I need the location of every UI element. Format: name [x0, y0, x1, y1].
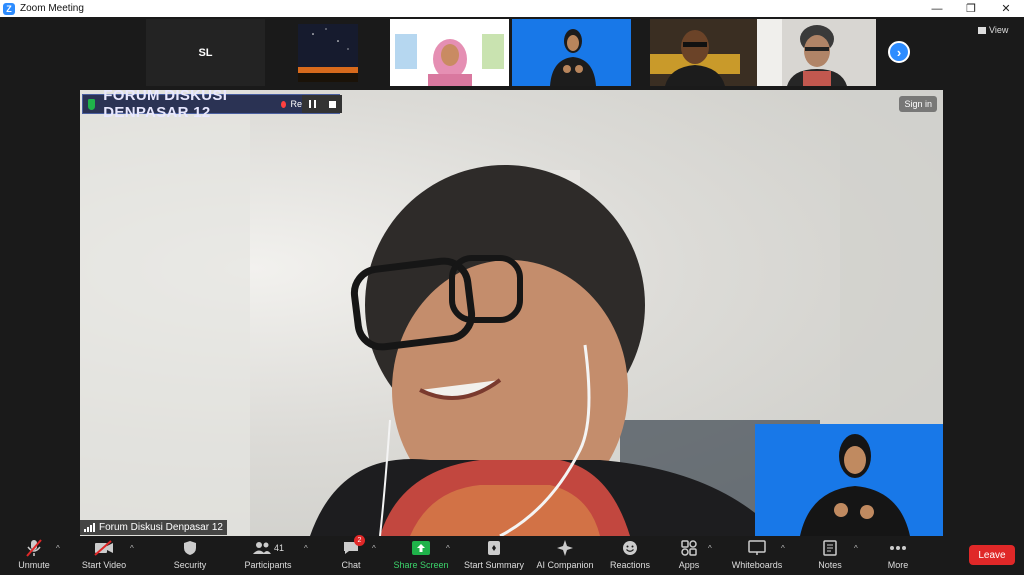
notes-icon: [823, 539, 837, 557]
apps-options-chevron-icon[interactable]: ^: [708, 544, 712, 553]
sign-interpreter-video: [550, 29, 596, 86]
start-summary-button[interactable]: Start Summary: [463, 539, 525, 573]
more-button[interactable]: More: [884, 539, 912, 573]
interpreter-video-frame: [800, 434, 910, 536]
share-options-chevron-icon[interactable]: ^: [446, 544, 450, 553]
stop-icon[interactable]: [328, 100, 336, 108]
sparkle-icon: [557, 539, 573, 557]
whiteboards-options-chevron-icon[interactable]: ^: [781, 544, 785, 553]
start-video-button[interactable]: Start Video: [80, 539, 128, 573]
participants-button[interactable]: 41 Participants: [244, 539, 292, 573]
summary-icon: [487, 539, 501, 557]
grid-icon: [978, 26, 986, 34]
apps-label: Apps: [678, 560, 700, 570]
more-dots-icon: [889, 539, 907, 557]
participant-video: [757, 19, 847, 86]
shield-icon: [88, 98, 96, 110]
leave-button[interactable]: Leave: [969, 545, 1015, 565]
apps-button[interactable]: Apps: [677, 539, 701, 573]
share-screen-button[interactable]: Share Screen: [393, 539, 449, 573]
speaker-name: Forum Diskusi Denpasar 12: [99, 522, 223, 533]
participant-video: [395, 34, 504, 86]
participant-tile[interactable]: [512, 19, 631, 86]
notes-label: Notes: [818, 560, 842, 570]
chat-options-chevron-icon[interactable]: ^: [372, 544, 376, 553]
minimize-button[interactable]: —: [920, 0, 954, 17]
next-page-button[interactable]: ›: [888, 41, 910, 63]
forum-overlay-text: FORUM DISKUSI DENPASAR 12: [103, 90, 228, 121]
view-button[interactable]: View: [978, 25, 1008, 35]
night-sky-video: [298, 24, 358, 82]
reactions-button[interactable]: Reactions: [608, 539, 652, 573]
audio-options-chevron-icon[interactable]: ^: [56, 544, 60, 553]
sign-in-button[interactable]: Sign in: [899, 96, 937, 112]
restore-button[interactable]: ❐: [954, 0, 988, 17]
notes-button[interactable]: Notes: [815, 539, 845, 573]
ai-companion-button[interactable]: AI Companion: [535, 539, 595, 573]
gallery-strip: SL › View: [0, 17, 1024, 90]
participant-initials: SL: [198, 46, 213, 59]
participants-label: Participants: [244, 560, 292, 570]
speaker-name-label: Forum Diskusi Denpasar 12: [80, 520, 227, 535]
security-button[interactable]: Security: [170, 539, 210, 573]
video-off-icon: [94, 539, 114, 557]
meeting-toolbar: Unmute ^ Start Video ^ Security 41 Parti…: [0, 535, 1024, 575]
whiteboards-button[interactable]: Whiteboards: [729, 539, 785, 573]
ai-companion-label: AI Companion: [536, 560, 594, 570]
notes-options-chevron-icon[interactable]: ^: [854, 544, 858, 553]
apps-icon: [681, 539, 697, 557]
zoom-logo-icon: Z: [3, 2, 15, 15]
chat-badge: 2: [354, 535, 365, 546]
close-button[interactable]: ✕: [989, 0, 1023, 17]
view-label: View: [989, 25, 1009, 35]
chat-bubble-icon: 2: [343, 535, 365, 557]
chat-button[interactable]: 2 Chat: [338, 535, 365, 573]
participants-options-chevron-icon[interactable]: ^: [304, 544, 308, 553]
interpreter-video[interactable]: [755, 424, 943, 536]
chat-label: Chat: [341, 560, 361, 570]
participant-tile[interactable]: [650, 19, 769, 86]
share-screen-label: Share Screen: [393, 560, 449, 570]
participant-tile[interactable]: SL: [146, 19, 265, 86]
participant-tile[interactable]: [390, 19, 509, 86]
recording-dot-icon: [281, 100, 287, 108]
reactions-label: Reactions: [609, 560, 651, 570]
window-title: Zoom Meeting: [20, 3, 84, 14]
participants-count: 41: [273, 543, 284, 553]
recording-controls: [302, 95, 342, 113]
title-bar: Z Zoom Meeting — ❐ ✕: [0, 0, 1024, 17]
unmute-label: Unmute: [18, 560, 50, 570]
participant-tile[interactable]: [268, 19, 387, 86]
signal-strength-icon: [84, 523, 95, 532]
whiteboards-label: Whiteboards: [731, 560, 783, 570]
shield-icon: [183, 539, 197, 557]
video-options-chevron-icon[interactable]: ^: [130, 544, 134, 553]
participant-video: [650, 30, 740, 86]
whiteboard-icon: [748, 539, 766, 557]
participant-tile[interactable]: [757, 19, 876, 86]
participants-icon: 41: [252, 539, 284, 557]
security-label: Security: [173, 560, 207, 570]
unmute-button[interactable]: Unmute: [14, 539, 54, 573]
more-label: More: [887, 560, 909, 570]
pause-icon[interactable]: [308, 100, 316, 108]
start-summary-label: Start Summary: [463, 560, 524, 570]
muted-microphone-icon: [26, 539, 42, 557]
start-video-label: Start Video: [81, 560, 127, 570]
smiley-icon: [622, 539, 638, 557]
share-arrow-icon: [412, 539, 430, 557]
